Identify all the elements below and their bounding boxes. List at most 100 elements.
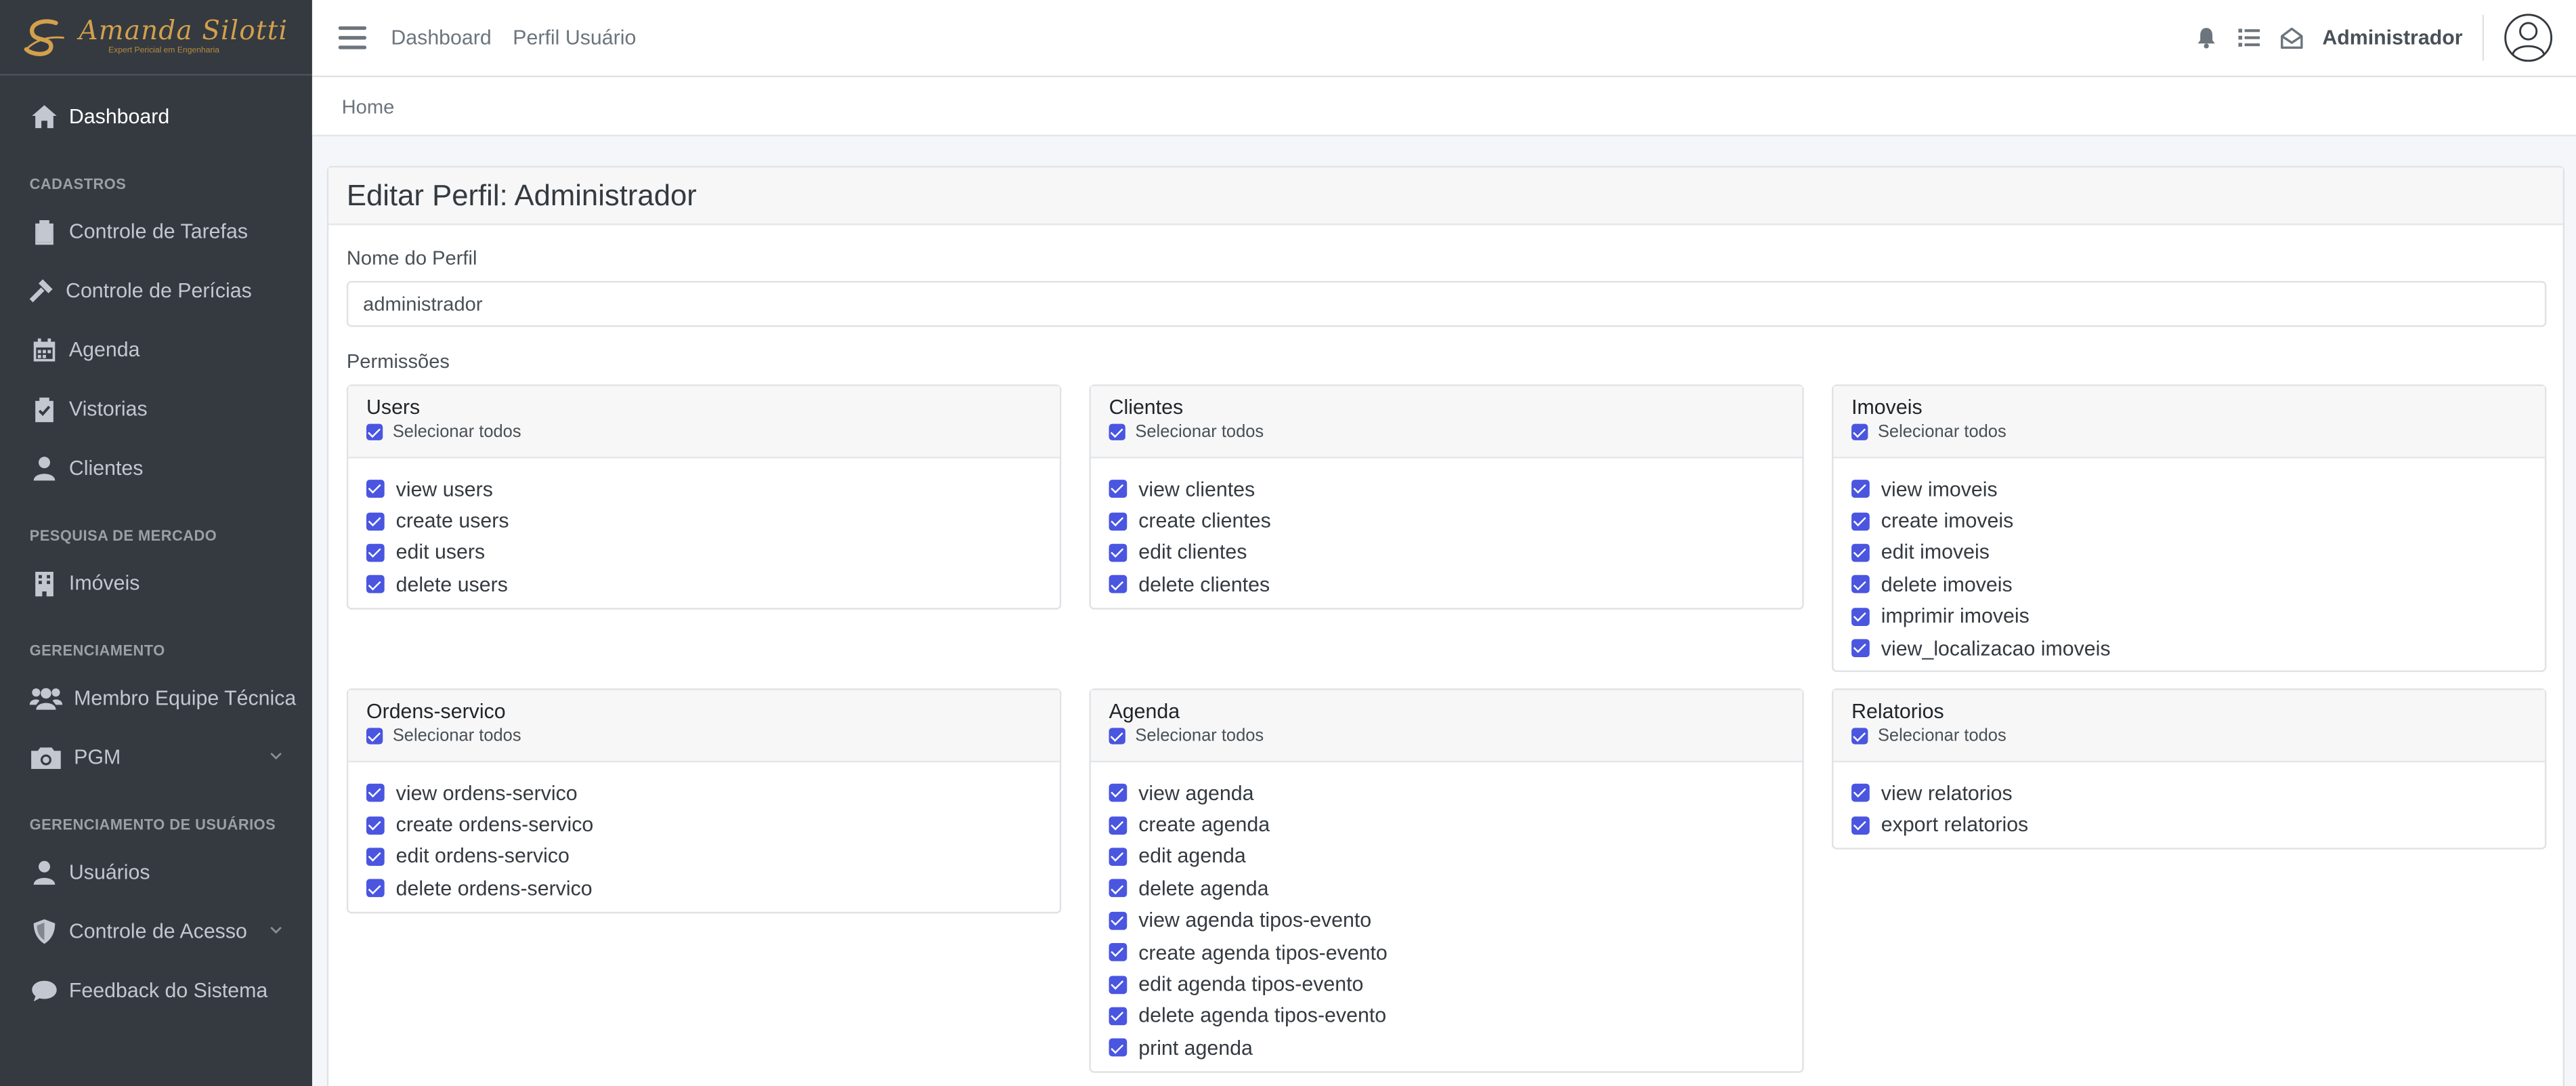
permission-item[interactable]: print agenda xyxy=(1109,1032,1803,1064)
sidebar-item-dashboard[interactable]: Dashboard xyxy=(0,87,312,146)
select-all-clientes[interactable]: Selecionar todos xyxy=(1109,422,1803,442)
permission-item[interactable]: view clientes xyxy=(1109,473,1803,505)
checkbox[interactable] xyxy=(1851,816,1870,834)
menu-toggle-icon[interactable] xyxy=(338,26,367,49)
breadcrumb-home[interactable]: Home xyxy=(342,94,395,117)
select-all-ordens-servico[interactable]: Selecionar todos xyxy=(366,726,1060,746)
permission-item[interactable]: edit clientes xyxy=(1109,537,1803,568)
permission-item[interactable]: delete agenda tipos-evento xyxy=(1109,1000,1803,1032)
sidebar-item-feedback[interactable]: Feedback do Sistema xyxy=(0,961,312,1020)
perm-group-agenda: Agenda Selecionar todos view agenda crea… xyxy=(1089,688,1804,1072)
sidebar-item-vistorias[interactable]: Vistorias xyxy=(0,379,312,438)
permission-item[interactable]: view agenda tipos-evento xyxy=(1109,904,1803,936)
page-title: Editar Perfil: Administrador xyxy=(346,178,697,211)
checkbox[interactable] xyxy=(1851,728,1868,745)
checkbox[interactable] xyxy=(1851,607,1870,626)
top-link-dashboard[interactable]: Dashboard xyxy=(391,26,491,49)
checkbox[interactable] xyxy=(1109,1039,1128,1058)
select-all-relatorios[interactable]: Selecionar todos xyxy=(1851,726,2545,746)
sidebar-item-label: Membro Equipe Técnica xyxy=(74,686,297,710)
sidebar-item-pgm[interactable]: PGM xyxy=(0,728,312,787)
permission-item[interactable]: create ordens-servico xyxy=(366,809,1060,841)
list-icon[interactable] xyxy=(2237,26,2260,49)
checkbox[interactable] xyxy=(366,480,385,499)
brand[interactable]: Amanda Silotti Expert Pericial em Engenh… xyxy=(0,0,312,76)
checkbox[interactable] xyxy=(1109,423,1125,440)
permission-item[interactable]: view imoveis xyxy=(1851,473,2545,505)
checkbox[interactable] xyxy=(1109,480,1128,499)
checkbox[interactable] xyxy=(1109,1007,1128,1026)
top-link-perfil-usuario[interactable]: Perfil Usuário xyxy=(513,26,636,49)
permission-item[interactable]: create clientes xyxy=(1109,505,1803,537)
checkbox[interactable] xyxy=(1109,575,1128,594)
checkbox[interactable] xyxy=(1851,543,1870,562)
permission-item[interactable]: edit ordens-servico xyxy=(366,841,1060,873)
checkbox[interactable] xyxy=(366,879,385,898)
checkbox[interactable] xyxy=(1109,848,1128,866)
envelope-open-icon[interactable] xyxy=(2279,26,2302,49)
checkbox[interactable] xyxy=(366,423,383,440)
checkbox[interactable] xyxy=(1109,911,1128,930)
sidebar-item-imoveis[interactable]: Imóveis xyxy=(0,554,312,612)
checkbox[interactable] xyxy=(366,728,383,745)
checkbox[interactable] xyxy=(366,816,385,834)
checkbox[interactable] xyxy=(1851,423,1868,440)
permission-item[interactable]: imprimir imoveis xyxy=(1851,601,2545,633)
checkbox[interactable] xyxy=(1851,480,1870,499)
sidebar-item-membro-equipe[interactable]: Membro Equipe Técnica xyxy=(0,669,312,728)
sidebar-item-agenda[interactable]: Agenda xyxy=(0,320,312,379)
checkbox[interactable] xyxy=(1851,784,1870,802)
checkbox[interactable] xyxy=(1109,511,1128,530)
permission-item[interactable]: view_localizacao imoveis xyxy=(1851,633,2545,665)
perm-group-title: Users xyxy=(366,396,421,419)
sidebar-item-clientes[interactable]: Clientes xyxy=(0,439,312,498)
checkbox[interactable] xyxy=(1109,879,1128,898)
bell-icon[interactable] xyxy=(2194,26,2217,49)
checkbox[interactable] xyxy=(1109,943,1128,962)
permission-item[interactable]: create users xyxy=(366,505,1060,537)
permission-item[interactable]: edit agenda xyxy=(1109,841,1803,873)
sidebar-item-controle-tarefas[interactable]: Controle de Tarefas xyxy=(0,202,312,261)
profile-name-label: Nome do Perfil xyxy=(346,246,477,270)
profile-name-input[interactable]: administrador xyxy=(346,280,2547,327)
permission-item[interactable]: edit users xyxy=(366,537,1060,568)
permission-item[interactable]: delete users xyxy=(366,569,1060,601)
top-user-name[interactable]: Administrador xyxy=(2322,26,2462,49)
checkbox[interactable] xyxy=(1109,975,1128,994)
checkbox[interactable] xyxy=(1851,639,1870,658)
permission-item[interactable]: delete agenda xyxy=(1109,873,1803,904)
sidebar-item-controle-acesso[interactable]: Controle de Acesso xyxy=(0,902,312,961)
checkbox[interactable] xyxy=(366,575,385,594)
permission-item[interactable]: delete ordens-servico xyxy=(366,873,1060,904)
checkbox[interactable] xyxy=(366,848,385,866)
checkbox[interactable] xyxy=(366,543,385,562)
select-all-users[interactable]: Selecionar todos xyxy=(366,422,1060,442)
perm-group-relatorios: Relatorios Selecionar todos view relator… xyxy=(1832,688,2547,850)
permission-item[interactable]: create imoveis xyxy=(1851,505,2545,537)
permission-item[interactable]: edit imoveis xyxy=(1851,537,2545,568)
select-all-agenda[interactable]: Selecionar todos xyxy=(1109,726,1803,746)
select-all-imoveis[interactable]: Selecionar todos xyxy=(1851,422,2545,442)
permission-item[interactable]: view agenda xyxy=(1109,777,1803,809)
permission-item[interactable]: view users xyxy=(366,473,1060,505)
checkbox[interactable] xyxy=(1109,816,1128,834)
permission-item[interactable]: create agenda xyxy=(1109,809,1803,841)
checkbox[interactable] xyxy=(1851,511,1870,530)
checkbox[interactable] xyxy=(366,511,385,530)
permission-item[interactable]: edit agenda tipos-evento xyxy=(1109,968,1803,1000)
sidebar-item-controle-pericias[interactable]: Controle de Perícias xyxy=(0,262,312,320)
sidebar-item-usuarios[interactable]: Usuários xyxy=(0,843,312,902)
checkbox[interactable] xyxy=(366,784,385,802)
permission-item[interactable]: delete clientes xyxy=(1109,569,1803,601)
permission-item[interactable]: export relatorios xyxy=(1851,809,2545,841)
checkbox[interactable] xyxy=(1109,784,1128,802)
permission-item[interactable]: view relatorios xyxy=(1851,777,2545,809)
nav-header-pesquisa: PESQUISA DE MERCADO xyxy=(29,527,217,544)
permission-item[interactable]: create agenda tipos-evento xyxy=(1109,936,1803,968)
checkbox[interactable] xyxy=(1109,543,1128,562)
avatar[interactable] xyxy=(2504,13,2553,62)
permission-item[interactable]: delete imoveis xyxy=(1851,569,2545,601)
checkbox[interactable] xyxy=(1851,575,1870,594)
permission-item[interactable]: view ordens-servico xyxy=(366,777,1060,809)
checkbox[interactable] xyxy=(1109,728,1125,745)
